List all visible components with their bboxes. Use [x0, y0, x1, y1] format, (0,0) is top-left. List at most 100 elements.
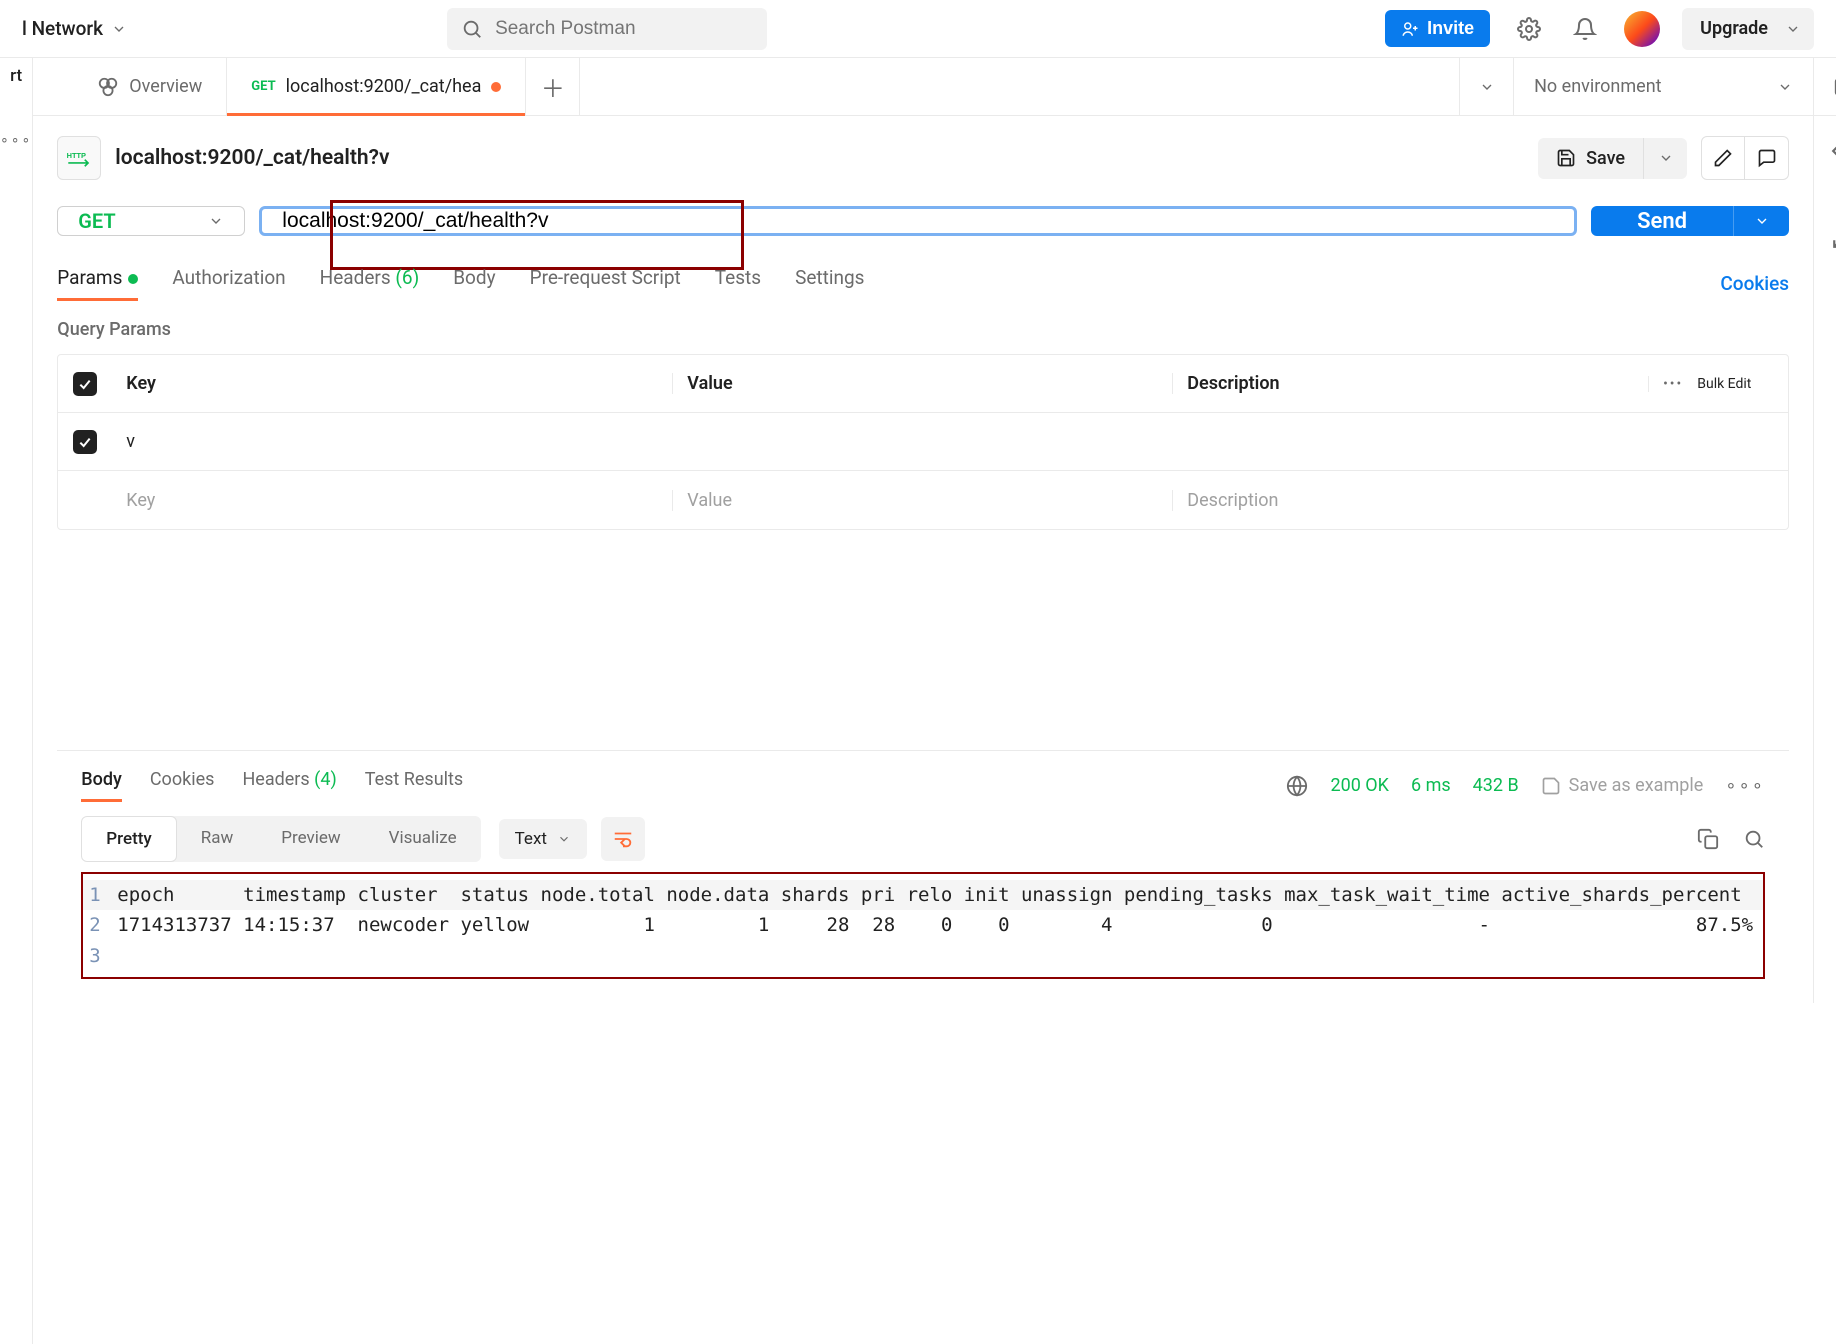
tab-request-label: localhost:9200/_cat/hea — [286, 76, 482, 97]
query-params-label: Query Params — [57, 319, 1789, 340]
method-dropdown[interactable]: GET — [57, 206, 245, 236]
settings-button[interactable] — [1512, 12, 1546, 46]
tabs-dropdown[interactable] — [1459, 58, 1513, 115]
url-input-wrap[interactable] — [259, 206, 1577, 236]
new-tab-button[interactable]: ＋ — [526, 58, 580, 115]
expand-button[interactable] — [1831, 224, 1836, 250]
send-dropdown[interactable] — [1733, 206, 1789, 236]
response-time: 6 ms — [1411, 775, 1451, 796]
network-dropdown[interactable]: l Network — [22, 17, 127, 40]
search-box[interactable] — [447, 8, 767, 50]
edit-button[interactable] — [1701, 136, 1745, 180]
url-input[interactable] — [282, 209, 1554, 233]
tab-overview[interactable]: Overview — [33, 58, 227, 115]
chevron-down-icon — [1658, 150, 1674, 166]
table-more-button[interactable]: ••• — [1663, 376, 1683, 392]
response-tab-body[interactable]: Body — [81, 769, 122, 802]
row-checkbox[interactable] — [73, 430, 97, 454]
cookies-link[interactable]: Cookies — [1720, 272, 1789, 295]
select-all-checkbox[interactable] — [73, 372, 97, 396]
method-label: GET — [78, 209, 115, 233]
send-button[interactable]: Send — [1591, 206, 1733, 236]
network-label: l Network — [22, 17, 103, 40]
subtab-prerequest[interactable]: Pre-request Script — [530, 266, 681, 301]
unsaved-indicator-icon — [491, 82, 501, 92]
subtab-body[interactable]: Body — [453, 266, 495, 301]
bulk-edit-button[interactable]: Bulk Edit — [1697, 376, 1751, 392]
response-tab-headers-label: Headers — [242, 769, 309, 790]
svg-text:HTTP: HTTP — [67, 151, 86, 160]
globe-icon[interactable] — [1286, 775, 1308, 797]
row-key[interactable]: v — [112, 431, 672, 452]
search-icon[interactable] — [1743, 828, 1765, 850]
view-raw[interactable]: Raw — [177, 816, 258, 862]
row-value-placeholder[interactable]: Value — [672, 490, 1172, 511]
col-key-header: Key — [112, 373, 672, 394]
subtab-settings[interactable]: Settings — [795, 266, 864, 301]
response-status: 200 OK — [1330, 775, 1389, 796]
invite-button[interactable]: Invite — [1385, 10, 1490, 47]
save-example-label: Save as example — [1569, 775, 1704, 796]
chevron-down-icon — [208, 213, 224, 229]
query-params-table: Key Value Description ••• Bulk Edit v — [57, 354, 1789, 530]
line-number: 3 — [83, 941, 117, 971]
col-value-header: Value — [672, 373, 1172, 394]
table-row-new: Key Value Description — [58, 471, 1788, 529]
view-pretty[interactable]: Pretty — [81, 816, 176, 862]
row-desc-placeholder[interactable]: Description — [1172, 490, 1648, 511]
http-icon: HTTP — [65, 148, 93, 168]
wrap-lines-button[interactable] — [601, 817, 645, 861]
environment-dropdown[interactable]: No environment — [1513, 58, 1813, 115]
sidebar-item-rt[interactable]: rt — [10, 66, 22, 86]
response-more-button[interactable]: ∘∘∘ — [1725, 775, 1765, 796]
request-title[interactable]: localhost:9200/_cat/health?v — [115, 146, 389, 170]
notifications-button[interactable] — [1568, 12, 1602, 46]
response-tab-results[interactable]: Test Results — [365, 769, 463, 802]
save-label: Save — [1586, 148, 1625, 169]
wrap-icon — [612, 828, 634, 850]
tab-request-active[interactable]: GET localhost:9200/_cat/hea — [227, 58, 526, 115]
gear-icon — [1517, 17, 1541, 41]
chevron-down-icon — [1479, 79, 1495, 95]
row-key-placeholder[interactable]: Key — [112, 490, 672, 511]
view-visualize[interactable]: Visualize — [365, 816, 481, 862]
table-icon — [1833, 76, 1836, 98]
chevron-down-icon — [1785, 21, 1801, 37]
line-number: 1 — [83, 880, 117, 910]
headers-count: (6) — [395, 266, 419, 289]
protocol-badge: HTTP — [57, 136, 101, 180]
save-dropdown[interactable] — [1643, 138, 1687, 179]
copy-icon[interactable] — [1697, 828, 1719, 850]
code-icon[interactable] — [1831, 138, 1836, 164]
avatar[interactable] — [1624, 11, 1660, 47]
upgrade-dropdown[interactable] — [1772, 8, 1814, 50]
response-tab-cookies[interactable]: Cookies — [150, 769, 215, 802]
sidebar-more[interactable]: ∘∘∘ — [0, 132, 32, 148]
save-button[interactable]: Save — [1538, 138, 1643, 179]
comment-icon — [1757, 148, 1777, 168]
response-type-label: Text — [515, 829, 547, 849]
response-line: epoch timestamp cluster status node.tota… — [117, 880, 1751, 910]
subtab-headers-label: Headers — [320, 266, 391, 289]
environment-label: No environment — [1534, 76, 1661, 97]
expand-icon — [1831, 224, 1836, 250]
search-input[interactable] — [495, 18, 753, 40]
subtab-headers[interactable]: Headers (6) — [320, 266, 420, 301]
col-desc-header: Description — [1172, 373, 1648, 394]
subtab-params-label: Params — [57, 266, 122, 289]
invite-label: Invite — [1427, 18, 1474, 39]
response-tab-headers[interactable]: Headers (4) — [242, 769, 336, 802]
params-active-dot-icon — [128, 274, 138, 284]
comment-button[interactable] — [1745, 136, 1789, 180]
subtab-tests[interactable]: Tests — [715, 266, 761, 301]
subtab-authorization[interactable]: Authorization — [172, 266, 285, 301]
environment-quick-look[interactable] — [1813, 58, 1836, 115]
response-type-dropdown[interactable]: Text — [499, 819, 587, 859]
subtab-params[interactable]: Params — [57, 266, 138, 301]
response-headers-count: (4) — [314, 769, 337, 790]
save-as-example-button[interactable]: Save as example — [1541, 775, 1704, 796]
upgrade-button[interactable]: Upgrade — [1682, 8, 1786, 50]
response-body: 1epoch timestamp cluster status node.tot… — [81, 872, 1765, 979]
view-preview[interactable]: Preview — [257, 816, 364, 862]
chevron-down-icon — [1777, 79, 1793, 95]
